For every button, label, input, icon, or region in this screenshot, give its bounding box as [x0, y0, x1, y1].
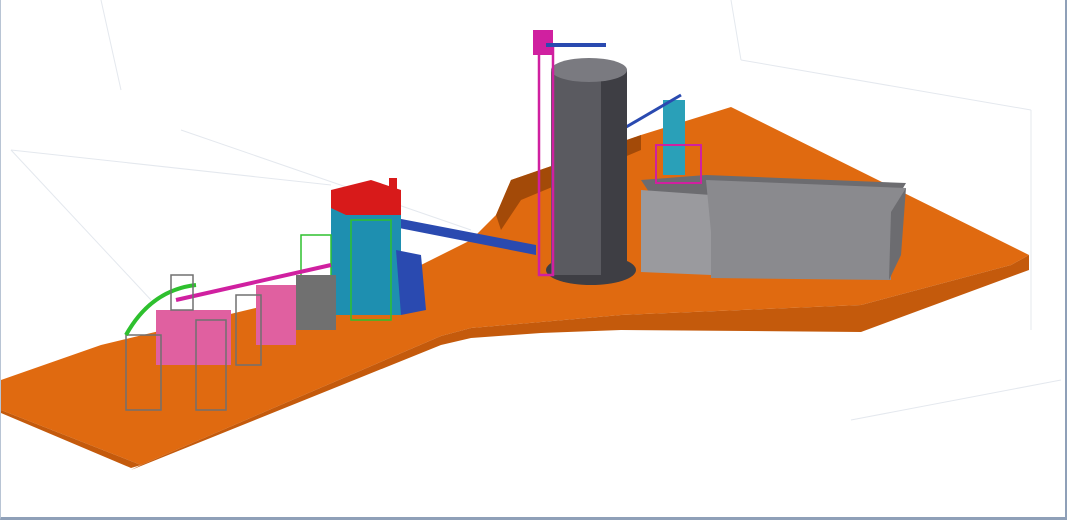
plant-3d-scene[interactable]: [1, 0, 1064, 517]
filter-unit-1: [256, 285, 296, 345]
silo-shade: [601, 70, 627, 275]
large-silo[interactable]: [546, 58, 636, 285]
filter-unit-3: [156, 310, 231, 365]
small-tower-body: [663, 100, 685, 175]
plant-chimney: [389, 178, 397, 200]
storage-building[interactable]: [641, 175, 906, 280]
ground-top-surface: [1, 107, 1029, 465]
plant-cyclone: [396, 250, 426, 315]
building-upper-wall: [706, 180, 906, 232]
silo-top: [551, 58, 627, 82]
filter-unit-2: [296, 275, 336, 330]
left-tower: [170, 274, 194, 311]
building-front-high: [641, 190, 711, 275]
model-viewport[interactable]: [0, 0, 1067, 520]
elevator-head: [533, 30, 553, 55]
